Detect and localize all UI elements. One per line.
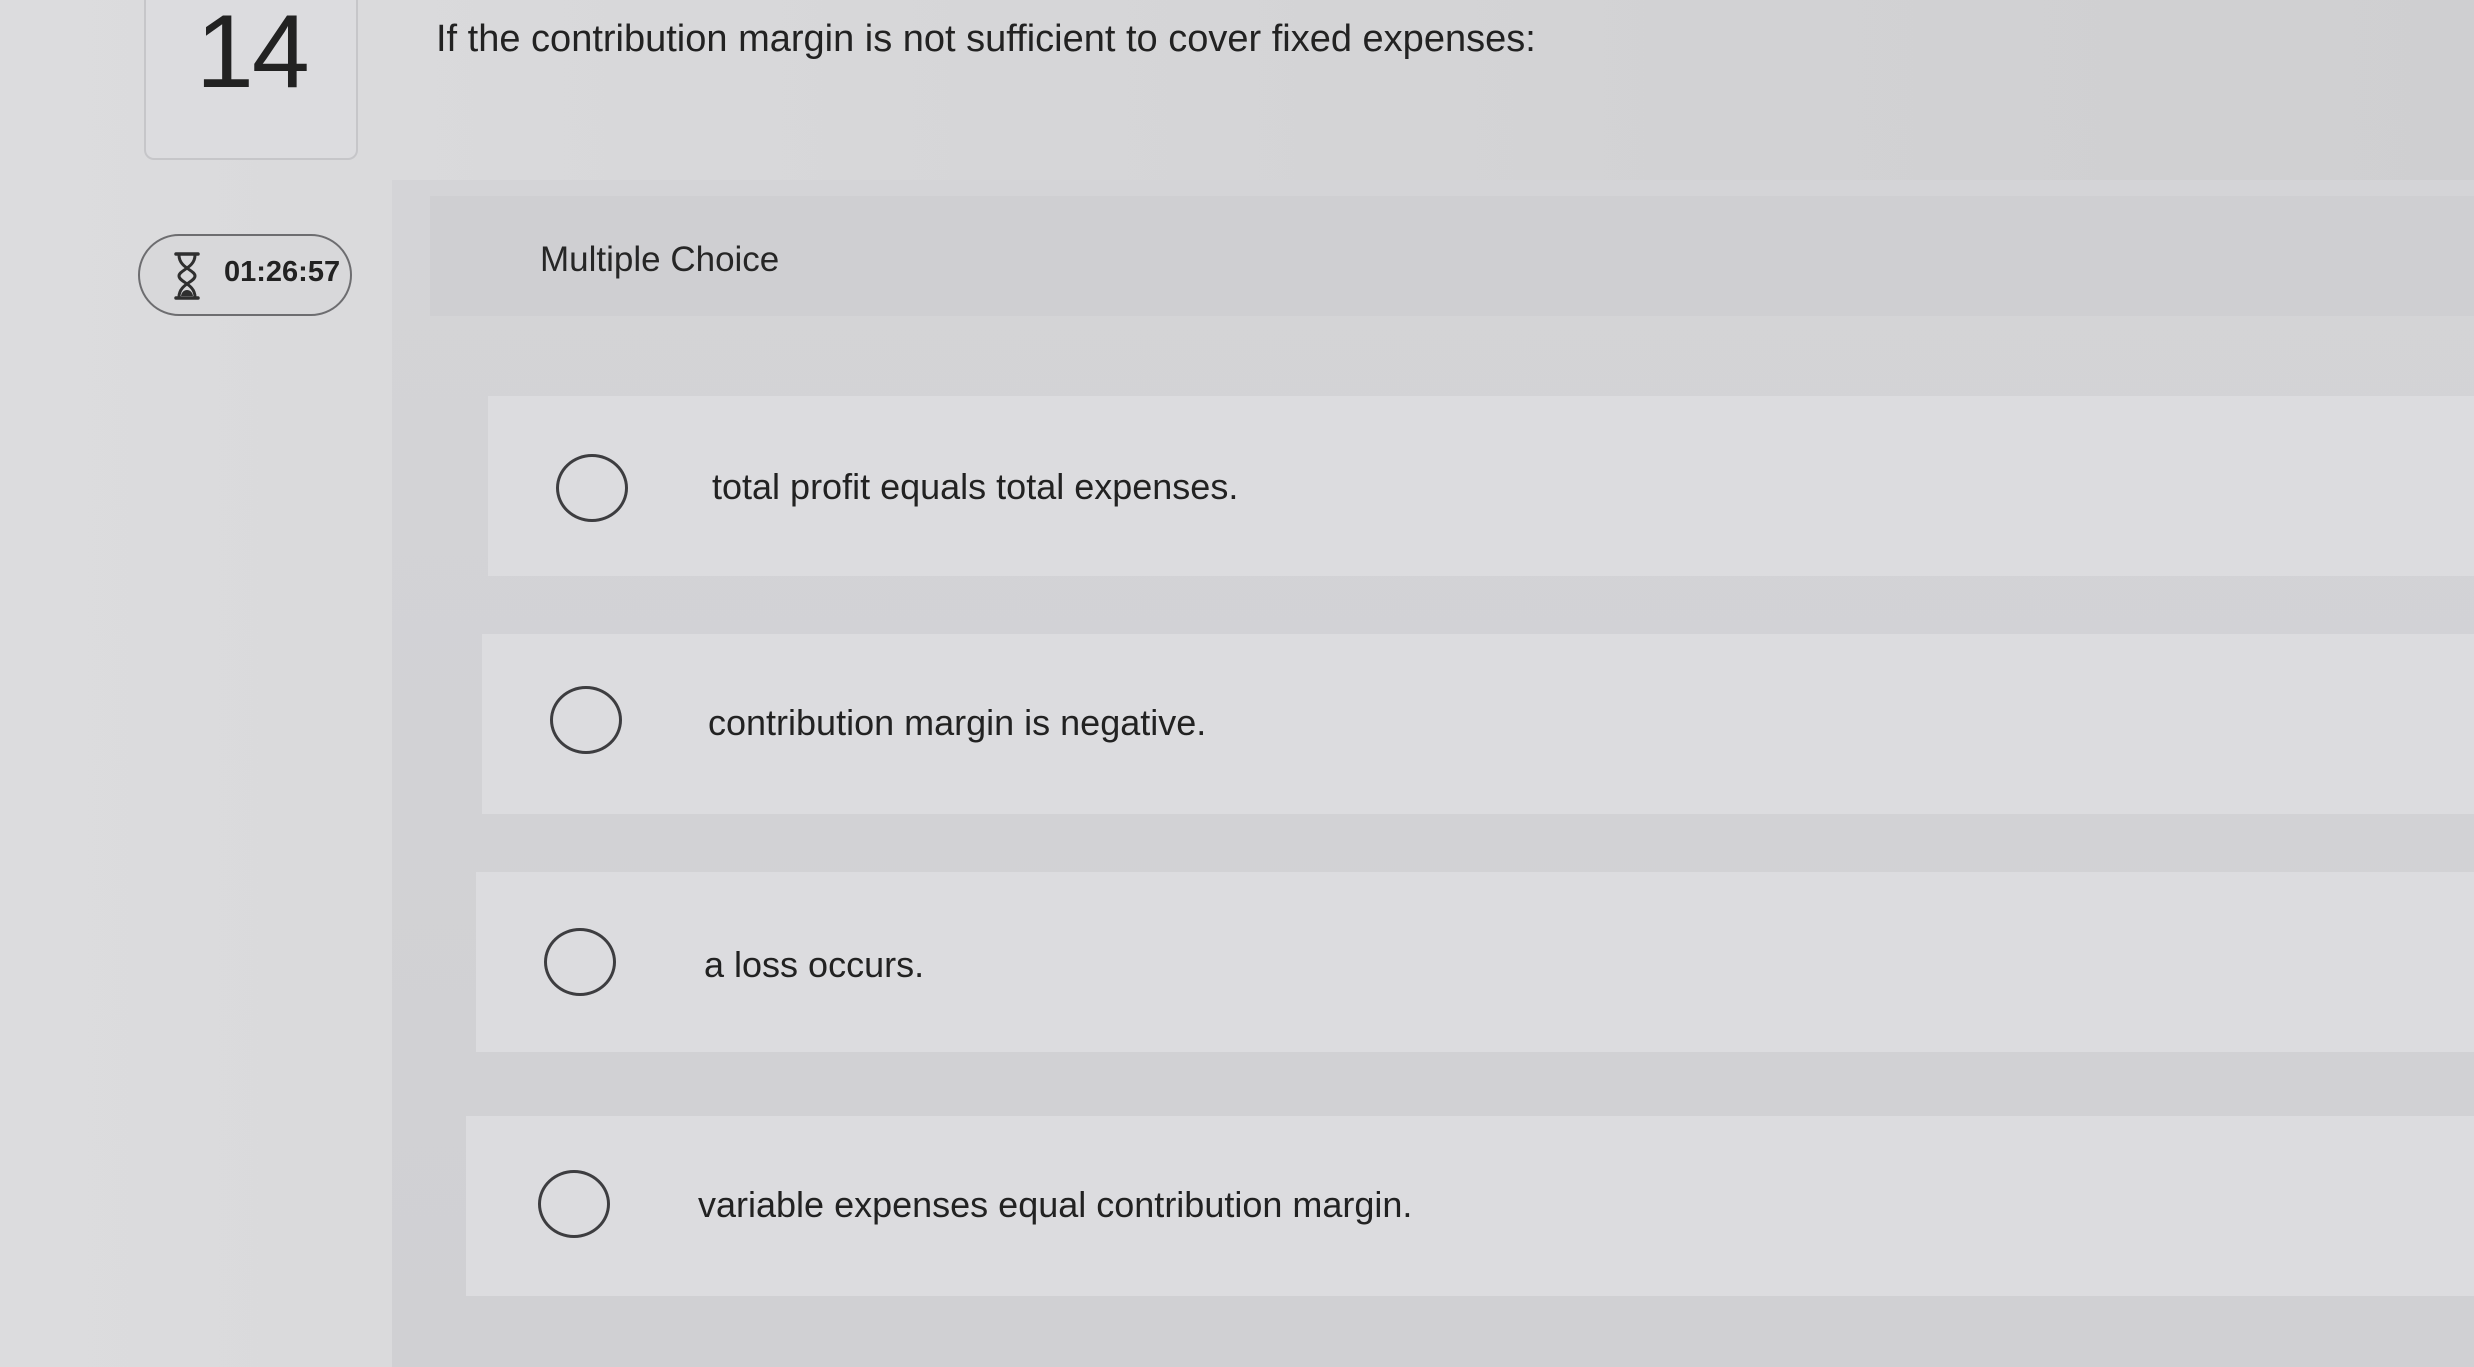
choice-option-2[interactable]: contribution margin is negative.: [482, 634, 2474, 814]
question-prompt: If the contribution margin is not suffic…: [436, 18, 1536, 60]
choice-option-1[interactable]: total profit equals total expenses.: [488, 396, 2474, 576]
radio-button[interactable]: [544, 928, 616, 996]
hourglass-icon: [174, 252, 200, 300]
choice-label: total profit equals total expenses.: [712, 466, 1239, 507]
choice-label: contribution margin is negative.: [708, 702, 1207, 743]
choice-label: variable expenses equal contribution mar…: [698, 1184, 1413, 1225]
radio-button[interactable]: [538, 1170, 610, 1238]
radio-button[interactable]: [556, 454, 628, 522]
timer[interactable]: 01:26:57: [138, 234, 352, 316]
question-number: 14: [196, 0, 310, 110]
radio-button[interactable]: [550, 686, 622, 754]
choice-label: a loss occurs.: [704, 944, 925, 985]
timer-value: 01:26:57: [224, 256, 341, 288]
choice-option-3[interactable]: a loss occurs.: [476, 872, 2474, 1052]
question-type-label: Multiple Choice: [540, 240, 780, 279]
choice-option-4[interactable]: variable expenses equal contribution mar…: [466, 1116, 2474, 1296]
